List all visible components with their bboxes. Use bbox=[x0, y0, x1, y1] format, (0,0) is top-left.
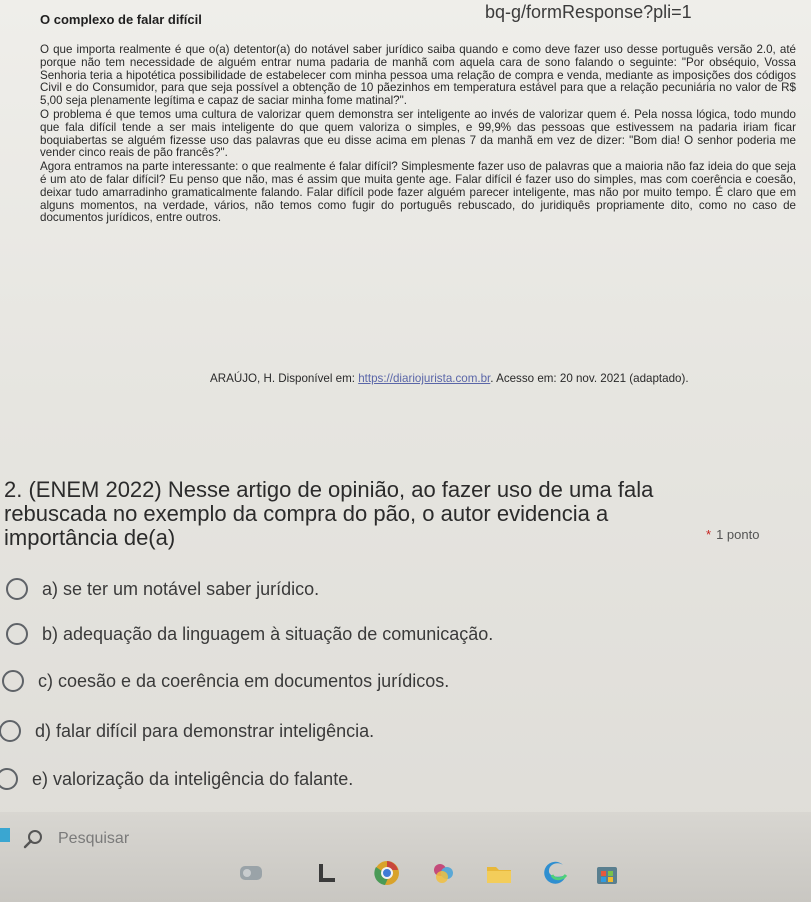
option-e[interactable]: e) valorização da inteligência do falant… bbox=[0, 762, 353, 796]
file-explorer-icon[interactable] bbox=[428, 858, 458, 888]
radio-button[interactable] bbox=[6, 578, 28, 600]
folder-icon[interactable] bbox=[484, 858, 514, 888]
taskbar-accent bbox=[0, 828, 10, 842]
radio-button[interactable] bbox=[6, 623, 28, 645]
article-paragraph: O que importa realmente é que o(a) deten… bbox=[40, 43, 796, 108]
radio-button[interactable] bbox=[2, 670, 24, 692]
screen-photo: bq-g/formResponse?pli=1 O complexo de fa… bbox=[0, 0, 811, 902]
search-icon bbox=[23, 830, 42, 849]
article-paragraph: O problema é que temos uma cultura de va… bbox=[40, 107, 796, 160]
option-c[interactable]: c) coesão e da coerência em documentos j… bbox=[2, 664, 450, 698]
article-title: O complexo de falar difícil bbox=[40, 12, 202, 27]
source-link[interactable]: https://diariojurista.com.br bbox=[358, 372, 490, 385]
question-title: 2. (ENEM 2022) Nesse artigo de opinião, … bbox=[4, 477, 654, 550]
option-label: b) adequação da linguagem à situação de … bbox=[42, 623, 494, 644]
required-mark: * bbox=[706, 527, 712, 542]
task-view-icon[interactable] bbox=[312, 858, 342, 888]
store-icon[interactable] bbox=[592, 858, 622, 888]
widgets-icon[interactable] bbox=[236, 858, 266, 888]
option-label: d) falar difícil para demonstrar intelig… bbox=[35, 720, 375, 741]
source-prefix: ARAÚJO, H. Disponível em: bbox=[210, 372, 359, 385]
search-placeholder: Pesquisar bbox=[58, 830, 130, 847]
radio-button[interactable] bbox=[0, 720, 21, 742]
question-points: * 1 ponto bbox=[706, 527, 759, 542]
option-d[interactable]: d) falar difícil para demonstrar intelig… bbox=[0, 714, 375, 748]
article-paragraph: Agora entramos na parte interessante: o … bbox=[40, 160, 796, 225]
option-label: a) se ter um notável saber jurídico. bbox=[42, 578, 320, 599]
points-label: 1 ponto bbox=[716, 527, 760, 542]
radio-button[interactable] bbox=[0, 768, 18, 790]
option-label: e) valorização da inteligência do falant… bbox=[32, 768, 354, 789]
article-body: O que importa realmente é que o(a) deten… bbox=[40, 43, 796, 226]
option-label: c) coesão e da coerência em documentos j… bbox=[38, 670, 450, 691]
taskbar-search[interactable]: Pesquisar bbox=[22, 826, 222, 852]
option-b[interactable]: b) adequação da linguagem à situação de … bbox=[6, 617, 494, 651]
address-fragment: bq-g/formResponse?pli=1 bbox=[485, 2, 692, 22]
taskbar: Pesquisar bbox=[0, 812, 811, 902]
source-suffix: . Acesso em: 20 nov. 2021 (adaptado). bbox=[490, 372, 689, 385]
article-source: ARAÚJO, H. Disponível em: https://diario… bbox=[210, 372, 689, 385]
option-a[interactable]: a) se ter um notável saber jurídico. bbox=[6, 572, 320, 606]
edge-icon[interactable] bbox=[540, 858, 570, 888]
chrome-icon[interactable] bbox=[372, 858, 402, 888]
